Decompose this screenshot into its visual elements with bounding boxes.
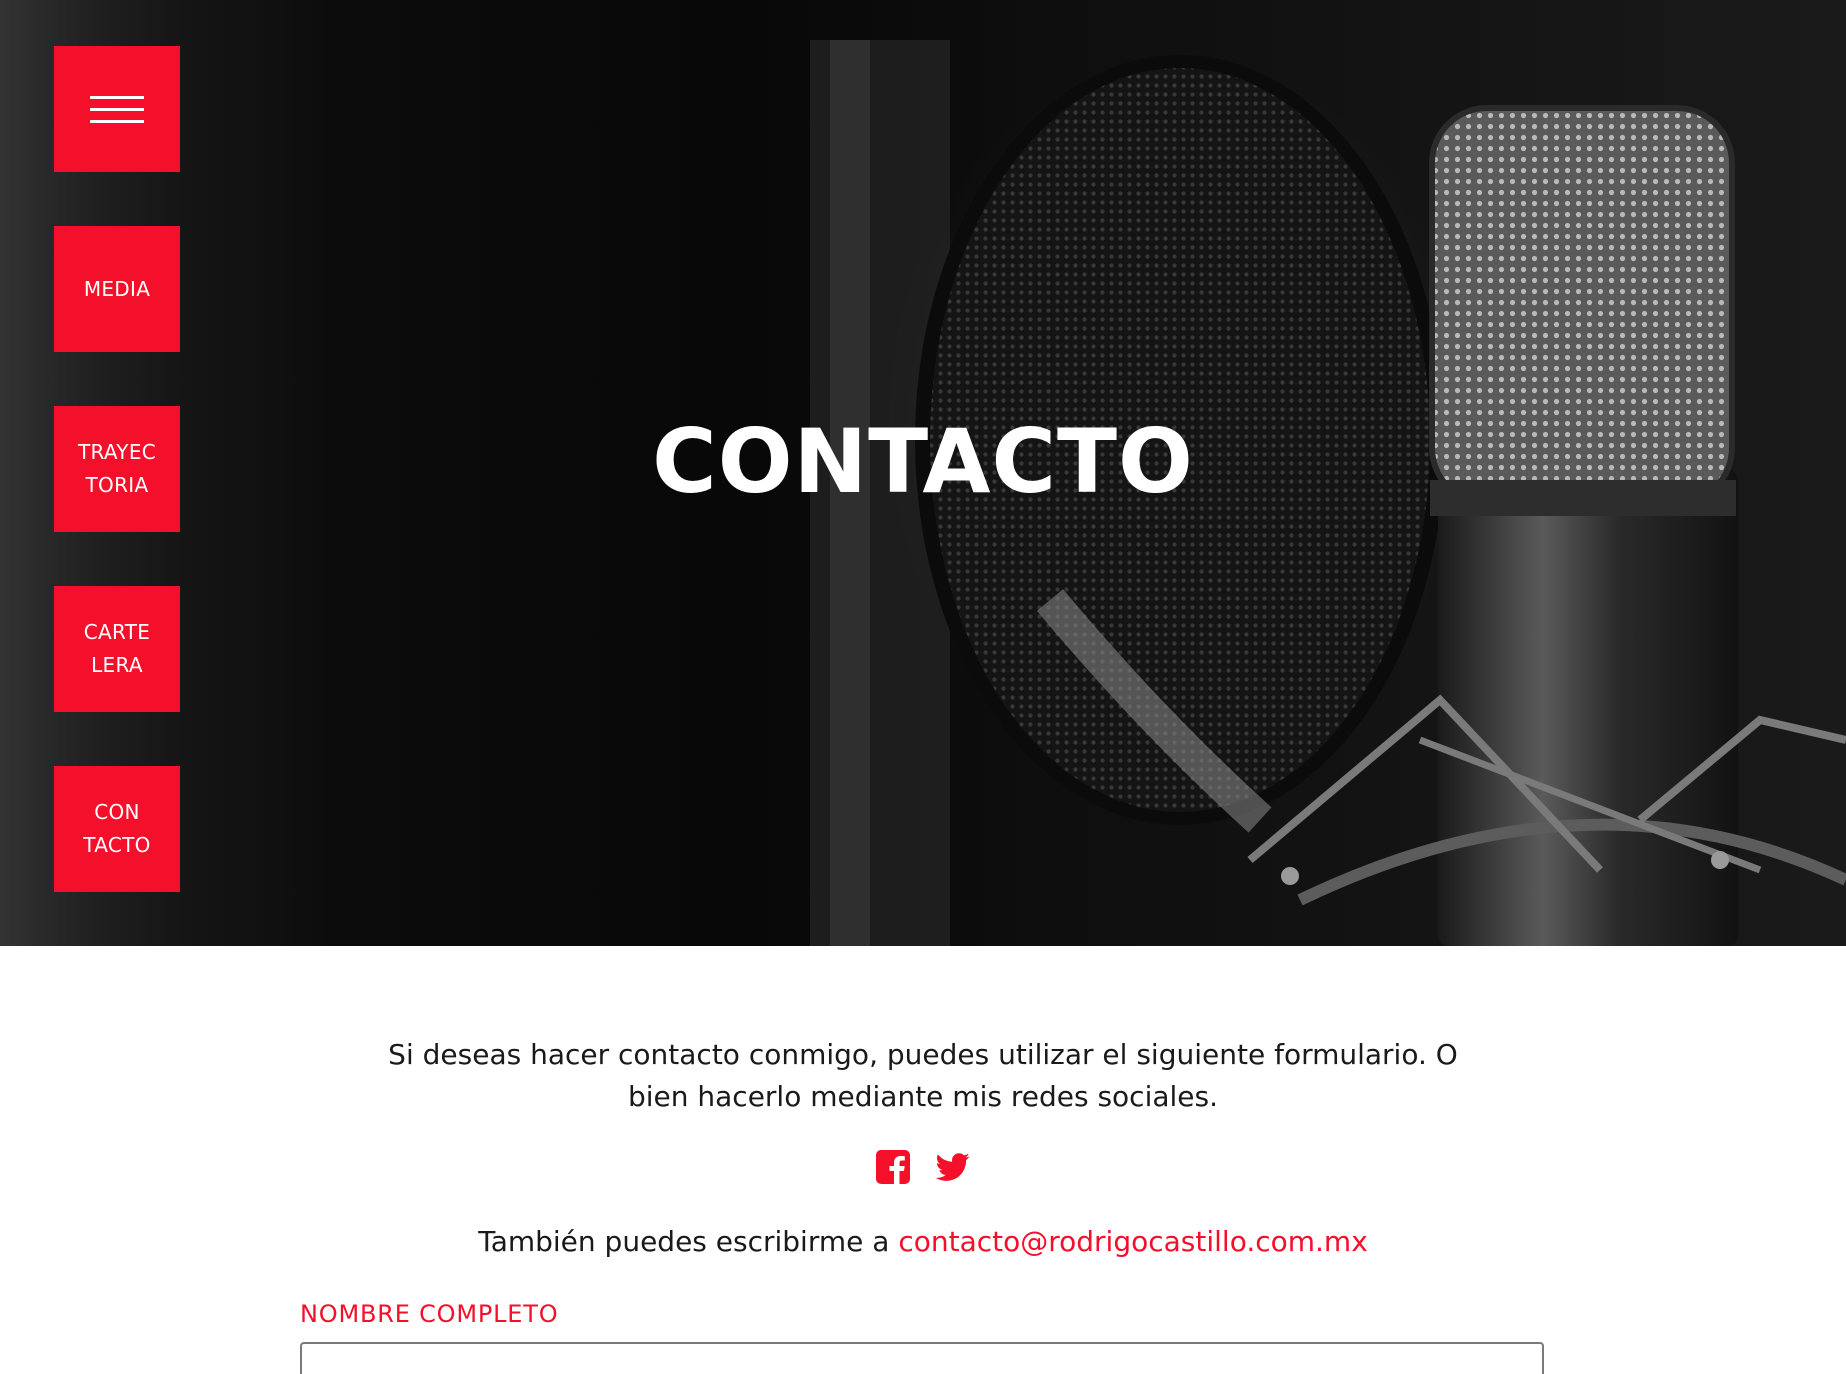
contact-section: Si deseas hacer contacto conmigo, puedes… xyxy=(0,946,1846,1374)
hamburger-menu-icon xyxy=(90,95,144,123)
page: CONTACTO MEDIA TRAYEC TORIA CARTE LERA C… xyxy=(0,0,1846,1374)
page-title: CONTACTO xyxy=(652,410,1194,513)
nav-item-label: MEDIA xyxy=(83,276,151,301)
menu-button[interactable] xyxy=(54,46,180,172)
nav-item-media[interactable]: MEDIA xyxy=(54,226,180,352)
name-field-label: NOMBRE COMPLETO xyxy=(300,1300,559,1328)
nav-item-trayectoria[interactable]: TRAYEC TORIA xyxy=(54,406,180,532)
email-link[interactable]: contacto@rodrigocastillo.com.mx xyxy=(898,1225,1367,1258)
name-field[interactable] xyxy=(300,1342,1544,1374)
nav-item-label: CARTE LERA xyxy=(83,620,151,677)
email-line: También puedes escribirme a contacto@rod… xyxy=(0,1224,1846,1260)
nav-item-label: TRAYEC TORIA xyxy=(77,440,157,497)
contact-intro-text: Si deseas hacer contacto conmigo, puedes… xyxy=(388,1038,1458,1113)
email-prefix-text: También puedes escribirme a xyxy=(478,1225,899,1258)
twitter-icon[interactable] xyxy=(935,1150,970,1184)
nav-item-contacto[interactable]: CON TACTO xyxy=(54,766,180,892)
nav-item-cartelera[interactable]: CARTE LERA xyxy=(54,586,180,712)
hero-banner: CONTACTO xyxy=(0,0,1846,946)
nav-item-label: CON TACTO xyxy=(83,800,151,857)
social-links xyxy=(0,1150,1846,1184)
facebook-icon[interactable] xyxy=(876,1150,910,1184)
